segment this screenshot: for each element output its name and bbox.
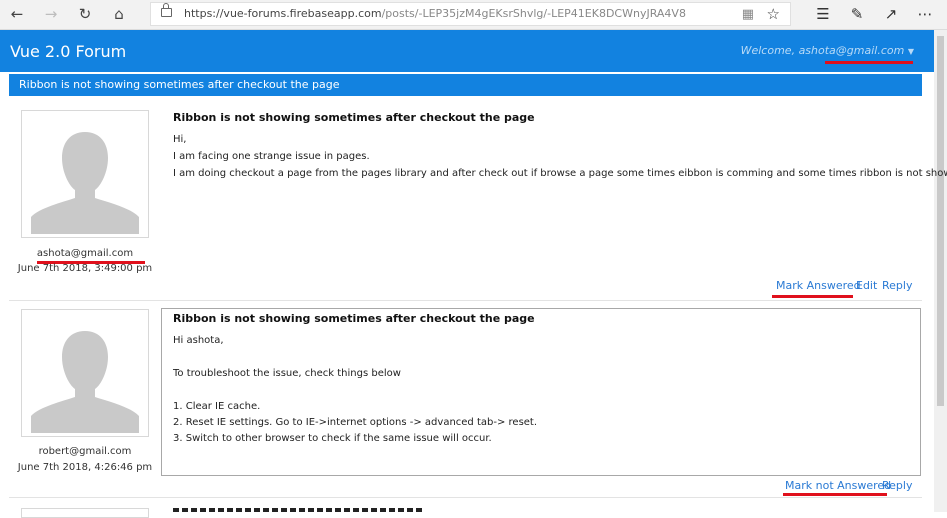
avatar bbox=[21, 508, 149, 518]
home-icon[interactable]: ⌂ bbox=[108, 4, 130, 24]
post-date: June 7th 2018, 3:49:00 pm bbox=[17, 263, 153, 274]
back-icon[interactable]: ← bbox=[6, 4, 28, 24]
post-body-line: To troubleshoot the issue, check things … bbox=[173, 368, 401, 379]
mark-answered-link[interactable]: Mark Answered bbox=[776, 279, 861, 292]
reading-view-icon[interactable]: ▦ bbox=[742, 7, 754, 22]
share-icon[interactable]: ↗ bbox=[880, 4, 902, 24]
avatar bbox=[21, 110, 149, 238]
answer-box bbox=[161, 308, 921, 476]
address-bar[interactable]: https://vue-forums.firebaseapp.com/posts… bbox=[150, 2, 791, 26]
post-body-line: 1. Clear IE cache. bbox=[173, 401, 261, 412]
highlight-underline bbox=[783, 493, 887, 496]
favorite-star-icon[interactable]: ☆ bbox=[767, 5, 780, 23]
brand-title[interactable]: Vue 2.0 Forum bbox=[10, 42, 126, 61]
pen-notes-icon[interactable]: ✎ bbox=[846, 4, 868, 24]
post-body-line: I am doing checkout a page from the page… bbox=[173, 168, 947, 179]
mark-not-answered-link[interactable]: Mark not Answered bbox=[785, 479, 891, 492]
post-title: Ribbon is not showing sometimes after ch… bbox=[173, 111, 535, 124]
welcome-text: Welcome, ashota@gmail.com bbox=[740, 44, 905, 57]
reply-link[interactable]: Reply bbox=[882, 479, 912, 492]
post-date: June 7th 2018, 4:26:46 pm bbox=[17, 462, 153, 473]
highlight-underline bbox=[772, 295, 853, 298]
url-text[interactable]: https://vue-forums.firebaseapp.com/posts… bbox=[184, 7, 686, 20]
post-body-line: Hi, bbox=[173, 134, 187, 145]
edit-link[interactable]: Edit bbox=[856, 279, 877, 292]
more-menu-icon[interactable]: ⋯ bbox=[914, 4, 936, 24]
chevron-down-icon: ▼ bbox=[907, 47, 914, 56]
post-author: robert@gmail.com bbox=[38, 446, 132, 457]
post-body-line: Hi ashota, bbox=[173, 335, 224, 346]
next-post-title-partial bbox=[173, 508, 423, 512]
highlight-underline bbox=[825, 61, 913, 64]
post-divider bbox=[9, 300, 922, 301]
user-silhouette-icon bbox=[31, 132, 139, 234]
post-body-line: 3. Switch to other browser to check if t… bbox=[173, 433, 492, 444]
thread-title-bar: Ribbon is not showing sometimes after ch… bbox=[9, 74, 922, 96]
scrollbar[interactable] bbox=[934, 30, 947, 512]
post-title: Ribbon is not showing sometimes after ch… bbox=[173, 312, 535, 325]
user-silhouette-icon bbox=[31, 331, 139, 433]
post-author: ashota@gmail.com bbox=[36, 248, 134, 259]
user-menu[interactable]: Welcome, ashota@gmail.com ▼ bbox=[741, 44, 914, 57]
post-body-line: 2. Reset IE settings. Go to IE->internet… bbox=[173, 417, 538, 428]
scrollbar-thumb[interactable] bbox=[937, 36, 944, 406]
lock-icon bbox=[161, 3, 172, 17]
reply-link[interactable]: Reply bbox=[882, 279, 912, 292]
app-header: Vue 2.0 Forum Welcome, ashota@gmail.com … bbox=[0, 30, 934, 72]
post-divider bbox=[9, 497, 922, 498]
favorites-hub-icon[interactable]: ☰ bbox=[812, 4, 834, 24]
forward-icon[interactable]: → bbox=[40, 4, 62, 24]
browser-toolbar: ← → ↻ ⌂ https://vue-forums.firebaseapp.c… bbox=[0, 0, 947, 30]
refresh-icon[interactable]: ↻ bbox=[74, 4, 96, 24]
avatar bbox=[21, 309, 149, 437]
post-body-line: I am facing one strange issue in pages. bbox=[173, 151, 370, 162]
